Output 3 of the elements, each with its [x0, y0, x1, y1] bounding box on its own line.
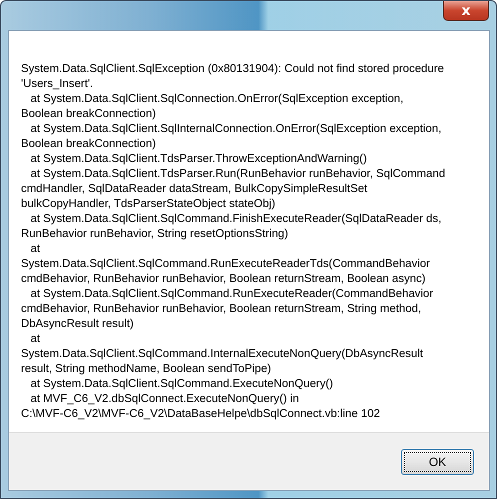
- close-button[interactable]: x: [443, 1, 489, 21]
- ok-button[interactable]: OK: [401, 448, 474, 474]
- error-message: System.Data.SqlClient.SqlException (0x80131904): Could not find stored procedure 'Users_Insert'. at System.Data.SqlClient.SqlConnection.OnError(SqlException exception, Boolean breakConnection) at System.Data.SqlClient.SqlInternalConnection.OnError(SqlException exception, Boolean breakConnection) at System.Data.SqlClient.TdsParser.ThrowExceptionAndWarning() at System.Data.SqlClient.TdsParser.Run(RunBehavior runBehavior, SqlCommand cmdHandler, SqlDataReader dataStream, BulkCopySimpleResultSet bulkCopyHandler, TdsParserStateObject stateObj) at System.Data.SqlClient.SqlCommand.FinishExecuteReader(SqlDataReader ds, RunBehavior runBehavior, String resetOptionsString) at System.Data.SqlClient.SqlCommand.RunExecuteReaderTds(CommandBehavior cmdBehavior, RunBehavior runBehavior, Boolean returnStream, Boolean async) at System.Data.SqlClient.SqlCommand.RunExecuteReader(CommandBehavior cmdBehavior, RunBehavior runBehavior, Boolean returnStream, String method, DbAsyncResult result) at System.Data.SqlClient.SqlCommand.InternalExecuteNonQuery(DbAsyncResult result, String methodName, Boolean sendToPipe) at System.Data.SqlClient.SqlCommand.ExecuteNonQuery() at MVF_C6_V2.dbSqlConnect.ExecuteNonQuery() in C:\MVF-C6_V2\MVF-C6_V2\DataBaseHelpe\dbSqlConnect.vb:line 102: [21, 62, 446, 422]
